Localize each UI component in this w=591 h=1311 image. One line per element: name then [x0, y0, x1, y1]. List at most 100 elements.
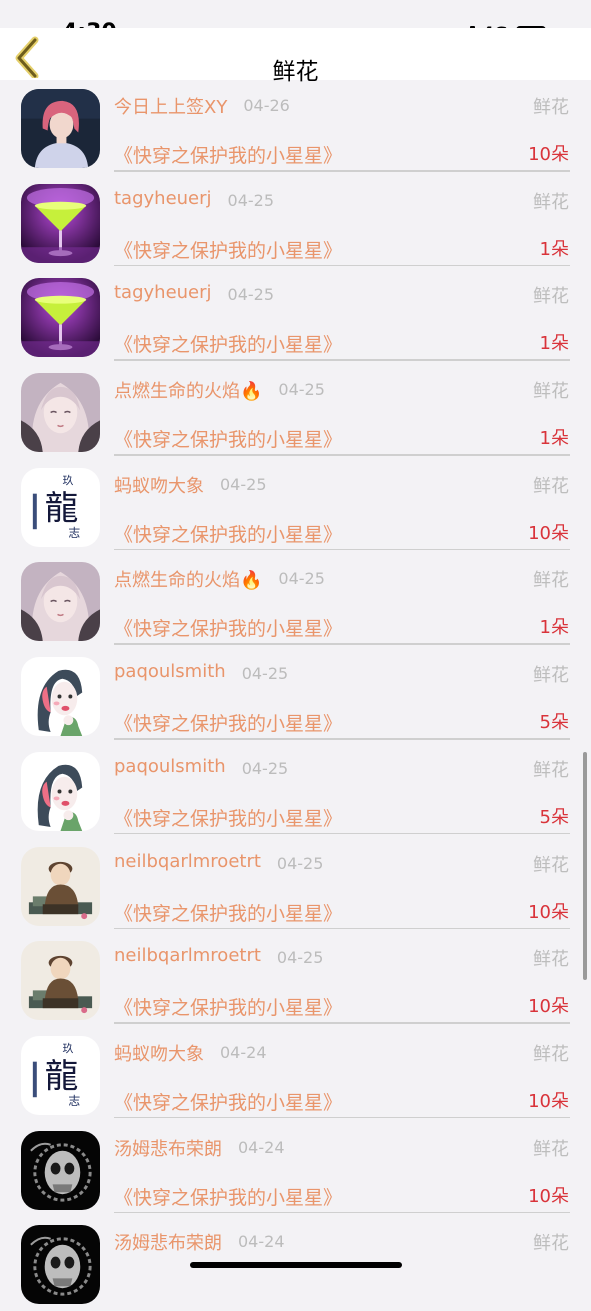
book-title-link[interactable]: 《快穿之保护我的小星星》 — [114, 141, 342, 168]
divider — [114, 170, 570, 172]
record-date: 04-25 — [241, 758, 289, 778]
gift-type: 鲜花 — [533, 1233, 569, 1255]
username[interactable]: tagyheuerj — [114, 188, 212, 209]
divider — [114, 264, 570, 267]
avatar[interactable] — [21, 278, 100, 358]
username[interactable]: 点燃生命的火焰🔥 — [114, 566, 262, 592]
record-date: 04-25 — [278, 380, 325, 400]
book-title-link[interactable]: 《快穿之保护我的小星星》 — [114, 804, 342, 831]
gift-type: 鲜花 — [533, 854, 569, 876]
avatar[interactable] — [21, 562, 100, 642]
record-date: 04-24 — [238, 1232, 285, 1252]
list-item[interactable]: 玖龍志蚂蚁吻大象 04-24 鲜花 《快穿之保护我的小星星》 10朵 — [0, 1027, 591, 1122]
divider — [114, 1116, 570, 1119]
divider — [114, 454, 570, 456]
avatar[interactable] — [21, 1130, 100, 1210]
username[interactable]: 蚂蚁吻大象 — [114, 472, 204, 498]
avatar[interactable] — [21, 941, 100, 1021]
username[interactable]: 点燃生命的火焰🔥 — [114, 377, 262, 403]
list-item[interactable]: 点燃生命的火焰🔥 04-25 鲜花 《快穿之保护我的小星星》 1朵 — [0, 553, 591, 648]
list-item[interactable]: 汤姆悲布荣朗 04-24 鲜花 《快穿之保护我的小星星》 10朵 — [0, 1122, 591, 1217]
gift-quantity: 10朵 — [528, 144, 569, 165]
gift-record-list[interactable]: 今日上上签XY 04-26 鲜花 《快穿之保护我的小星星》 10朵 tagyheuerj 0… — [0, 80, 591, 1311]
avatar[interactable] — [21, 657, 100, 737]
username[interactable]: neilbqarlmroetrt — [114, 851, 261, 872]
svg-text:志: 志 — [68, 1094, 80, 1108]
divider — [114, 927, 570, 929]
record-date: 04-25 — [278, 569, 325, 589]
svg-text:志: 志 — [68, 526, 80, 540]
gift-quantity: 10朵 — [528, 1090, 569, 1112]
divider — [114, 1022, 570, 1024]
status-bar: 4:30 4G — [0, 0, 591, 45]
gift-quantity: 10朵 — [528, 901, 569, 923]
list-item[interactable]: paqoulsmith 04-25 鲜花《快穿之保护我的小星星》 5朵 — [0, 648, 591, 743]
book-title-link[interactable]: 《快穿之保护我的小星星》 — [114, 330, 342, 357]
nav-bar: 鲜花 — [0, 28, 591, 85]
book-title-link[interactable]: 《快穿之保护我的小星星》 — [114, 614, 342, 641]
list-item[interactable]: 点燃生命的火焰🔥 04-25 鲜花 《快穿之保护我的小星星》 1朵 — [0, 364, 591, 459]
list-item[interactable]: 今日上上签XY 04-26 鲜花 《快穿之保护我的小星星》 10朵 — [0, 80, 591, 175]
list-item[interactable]: 玖龍志蚂蚁吻大象 04-25 鲜花 《快穿之保护我的小星星》 10朵 — [0, 459, 591, 554]
svg-text:玖: 玖 — [62, 1042, 73, 1055]
book-title-link[interactable]: 《快穿之保护我的小星星》 — [114, 1183, 342, 1210]
svg-text:龍: 龍 — [45, 1056, 79, 1095]
book-title-link[interactable]: 《快穿之保护我的小星星》 — [114, 520, 342, 547]
list-item[interactable]: neilbqarlmroetrt 04-25 鲜花 《快穿之保护我的小星星》 10朵 — [0, 932, 591, 1027]
svg-text:玖: 玖 — [62, 474, 73, 487]
book-title-link[interactable]: 《快穿之保护我的小星星》 — [114, 236, 342, 263]
list-item[interactable]: paqoulsmith 04-25 鲜花 《快穿之保护我的小星星》 5朵 — [0, 743, 591, 838]
username[interactable]: neilbqarlmroetrt — [114, 945, 261, 966]
divider — [114, 548, 570, 551]
record-date: 04-24 — [220, 1042, 267, 1062]
book-title-link[interactable]: 《快穿之保护我的小星星》 — [114, 993, 342, 1020]
list-item[interactable]: neilbqarlmroetrt 04-25 鲜花 《快穿之保护我的小星星》 10朵 — [0, 838, 591, 933]
avatar[interactable] — [21, 183, 100, 263]
list-item[interactable]: tagyheuerj 04-25 鲜花 《快穿之保护我的小星星》 1朵 — [0, 269, 591, 364]
avatar[interactable]: 玖龍志 — [21, 1035, 100, 1115]
gift-type: 鲜花 — [533, 191, 569, 213]
username[interactable]: tagyheuerj — [114, 282, 212, 303]
gift-quantity: 5朵 — [539, 712, 569, 734]
gift-type: 鲜花 — [533, 1043, 569, 1065]
gift-type: 鲜花 — [533, 1138, 569, 1160]
avatar[interactable] — [21, 751, 100, 831]
home-indicator[interactable] — [190, 1262, 402, 1268]
username[interactable]: 今日上上签XY — [114, 93, 227, 119]
record-date: 04-25 — [227, 285, 275, 305]
book-title-link[interactable]: 《快穿之保护我的小星星》 — [114, 709, 342, 736]
username[interactable]: 汤姆悲布荣朗 — [114, 1135, 222, 1161]
username[interactable]: paqoulsmith — [114, 661, 226, 682]
record-date: 04-24 — [238, 1137, 285, 1157]
record-date: 04-25 — [220, 474, 267, 494]
svg-text:龍: 龍 — [45, 488, 79, 527]
divider — [114, 359, 570, 361]
username[interactable]: 蚂蚁吻大象 — [114, 1040, 204, 1066]
record-date: 04-26 — [243, 96, 290, 115]
avatar[interactable]: 玖龍志 — [21, 467, 100, 547]
book-title-link[interactable]: 《快穿之保护我的小星星》 — [114, 1088, 342, 1115]
gift-quantity: 1朵 — [539, 238, 569, 260]
divider — [114, 832, 570, 835]
record-date: 04-25 — [241, 664, 289, 684]
book-title-link[interactable]: 《快穿之保护我的小星星》 — [114, 899, 342, 926]
gift-type: 鲜花 — [533, 759, 569, 781]
avatar[interactable] — [21, 89, 100, 168]
gift-type: 鲜花 — [533, 570, 569, 592]
avatar[interactable] — [21, 846, 100, 926]
divider — [114, 643, 570, 645]
gift-quantity: 10朵 — [528, 522, 569, 544]
username[interactable]: 汤姆悲布荣朗 — [114, 1229, 222, 1255]
record-date: 04-25 — [276, 948, 324, 968]
gift-type: 鲜花 — [533, 286, 569, 308]
gift-quantity: 1朵 — [539, 428, 569, 450]
avatar[interactable] — [21, 373, 100, 453]
book-title-link[interactable]: 《快穿之保护我的小星星》 — [114, 425, 342, 452]
scrollbar[interactable] — [583, 752, 587, 980]
avatar[interactable] — [21, 1225, 100, 1305]
gift-type: 鲜花 — [533, 665, 569, 687]
list-item[interactable]: tagyheuerj 04-25 鲜花 《快穿之保护我的小星星》 1朵 — [0, 175, 591, 270]
username[interactable]: paqoulsmith — [114, 756, 226, 777]
divider — [114, 1211, 570, 1214]
gift-type: 鲜花 — [533, 949, 569, 971]
